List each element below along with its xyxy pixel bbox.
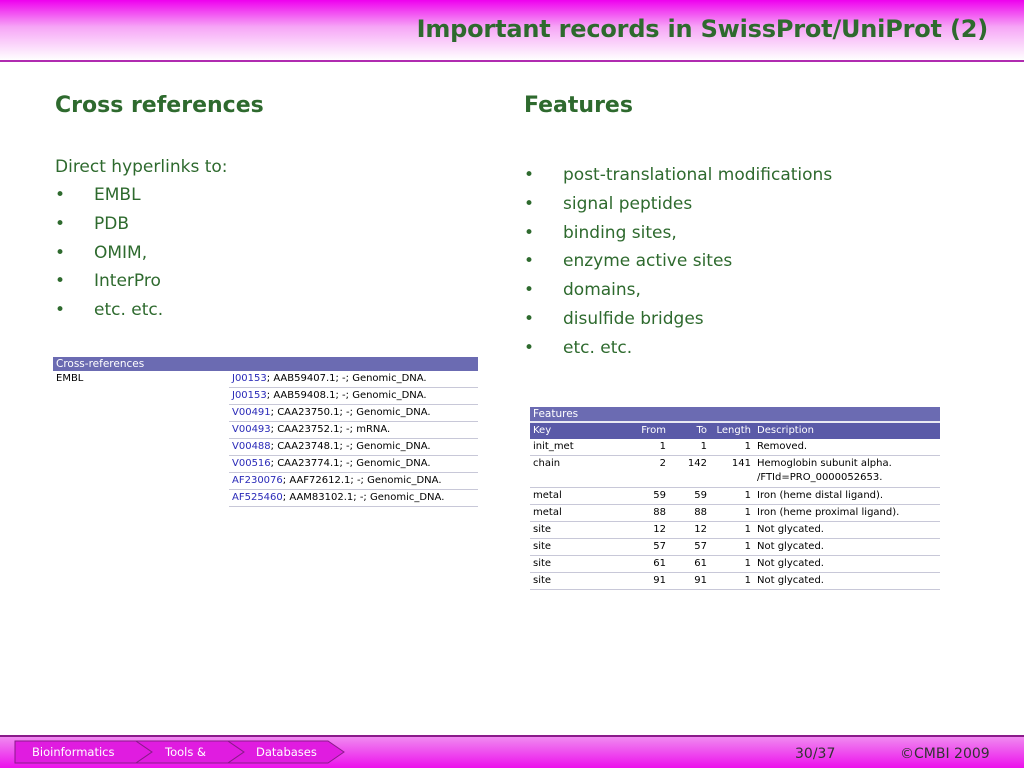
table-row: V00516; CAA23774.1; -; Genomic_DNA. [229,455,478,473]
table-row: site 91 91 1 Not glycated. [530,572,940,590]
table-row: site 57 57 1 Not glycated. [530,538,940,556]
bullet-icon: • [55,271,66,292]
xref-link[interactable]: V00493 [232,424,271,435]
cross-references-list: • EMBL • PDB • OMIM, • InterPro • etc. etc. [55,181,163,325]
xref-link[interactable]: V00488 [232,441,271,452]
xref-link[interactable]: AF525460 [232,492,283,503]
table-row: site 12 12 1 Not glycated. [530,521,940,539]
xref-link[interactable]: J00153 [232,373,267,384]
list-item: • OMIM, [55,239,163,268]
breadcrumb-item-tools[interactable]: Tools & [144,740,236,764]
list-item: • disulfide bridges [524,305,832,334]
cross-references-table: Cross-references EMBL J00153; AAB59407.1… [53,357,478,507]
list-item: • enzyme active sites [524,247,832,276]
table-row: metal 59 59 1 Iron (heme distal ligand). [530,487,940,505]
table-row: AF525460; AAM83102.1; -; Genomic_DNA. [229,489,478,507]
bullet-icon: • [524,337,535,358]
table-row: metal 88 88 1 Iron (heme proximal ligand). [530,504,940,522]
column-header: From [628,421,669,439]
db-cell: EMBL [56,373,84,385]
bullet-icon: • [524,308,535,329]
bullet-icon: • [55,300,66,321]
table-header-row: Key From To Length Description [530,421,940,439]
list-item: • InterPro [55,267,163,296]
slide-footer: Bioinformatics Tools & Databases 30/37 ©… [0,735,1024,768]
bullet-icon: • [524,165,535,185]
slide-header: Important records in SwissProt/UniProt (… [0,0,1024,62]
ftid-text: /FTId=PRO_0000052653. [757,472,883,483]
slide-title: Important records in SwissProt/UniProt (… [416,15,989,43]
column-header: Length [710,421,754,439]
table-row: J00153; AAB59408.1; -; Genomic_DNA. [229,387,478,405]
bullet-icon: • [524,280,535,301]
page-number: 30/37 [795,746,836,762]
list-item: • etc. etc. [524,334,832,363]
column-header: Description [754,421,940,439]
bullet-icon: • [524,222,535,243]
xref-link[interactable]: V00491 [232,407,271,418]
bullet-icon: • [55,242,66,263]
list-item: • EMBL [55,181,163,210]
table-row: V00488; CAA23748.1; -; Genomic_DNA. [229,438,478,456]
list-item: • post-translational modifications [524,161,832,190]
xref-link[interactable]: AF230076 [232,475,283,486]
breadcrumb-item-databases[interactable]: Databases [236,740,336,764]
list-item: • binding sites, [524,219,832,248]
features-list: • post-translational modifications • signa… [524,161,832,363]
features-table: Features Key From To Length Description … [530,407,940,590]
table-caption: Features [530,407,940,422]
table-row: V00491; CAA23750.1; -; Genomic_DNA. [229,404,478,422]
xref-link[interactable]: J00153 [232,390,267,401]
list-item: • etc. etc. [55,296,163,325]
bullet-icon: • [524,193,535,214]
xref-link[interactable]: V00516 [232,458,271,469]
list-item: • signal peptides [524,190,832,219]
cross-references-intro: Direct hyperlinks to: [55,157,228,177]
breadcrumb: Bioinformatics Tools & Databases [14,740,354,764]
cross-references-heading: Cross references [55,93,264,118]
bullet-icon: • [55,213,66,234]
features-heading: Features [524,93,633,118]
bullet-icon: • [524,251,535,272]
breadcrumb-item-bioinformatics[interactable]: Bioinformatics [14,740,144,764]
column-header: To [669,421,710,439]
bullet-icon: • [55,185,66,205]
list-item: • domains, [524,276,832,305]
table-row: init_met 1 1 1 Removed. [530,439,940,456]
copyright: ©CMBI 2009 [900,746,990,762]
table-row: site 61 61 1 Not glycated. [530,555,940,573]
table-caption: Cross-references [53,357,478,371]
table-row: chain 2 142 141 Hemoglobin subunit alpha./F… [530,455,940,488]
table-row: AF230076; AAF72612.1; -; Genomic_DNA. [229,472,478,490]
table-row: J00153; AAB59407.1; -; Genomic_DNA. [229,371,478,388]
list-item: • PDB [55,210,163,239]
column-header: Key [530,421,628,439]
table-row: V00493; CAA23752.1; -; mRNA. [229,421,478,439]
